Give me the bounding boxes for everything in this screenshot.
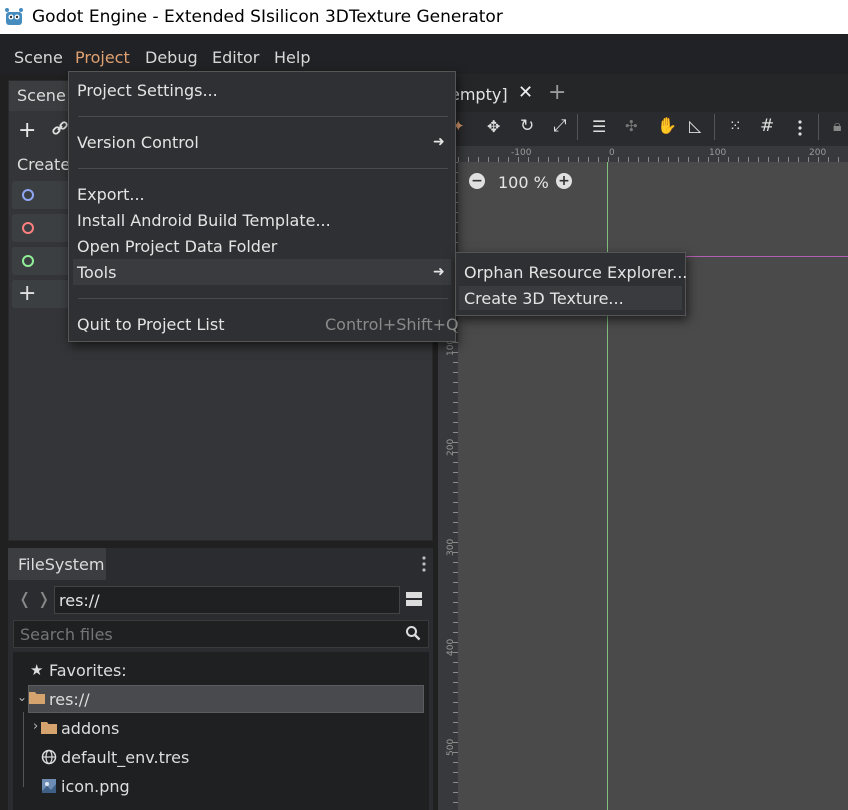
tree-item-default-env[interactable]: default_env.tres: [61, 748, 189, 767]
menu-separator: [78, 168, 448, 169]
move-tool-icon[interactable]: ✥: [487, 117, 500, 136]
menu-item-create-3d-texture[interactable]: Create 3D Texture...: [464, 289, 624, 308]
toolbar-separator: [818, 114, 819, 140]
menu-item-install-android-template[interactable]: Install Android Build Template...: [77, 211, 331, 230]
folder-icon: [29, 692, 45, 704]
more-options-icon[interactable]: [420, 555, 428, 573]
menu-item-tools-highlight[interactable]: [73, 259, 451, 285]
window-title: Godot Engine - Extended SIsilicon 3DText…: [32, 7, 503, 27]
node-2d-button[interactable]: [12, 181, 70, 209]
close-tab-icon[interactable]: ✕: [518, 82, 533, 103]
ruler-label: 300: [446, 538, 456, 556]
search-files-input[interactable]: [13, 620, 429, 648]
tree-root-label: res://: [49, 690, 90, 709]
ruler-label: 500: [446, 738, 456, 756]
ruler-label: 200: [446, 438, 456, 456]
tree-item-icon-png[interactable]: icon.png: [61, 777, 130, 796]
shortcut-label: Control+Shift+Q: [325, 315, 459, 334]
search-icon: [406, 626, 421, 641]
add-tab-icon[interactable]: +: [548, 80, 566, 105]
menu-separator: [78, 298, 448, 299]
menu-item-open-data-folder[interactable]: Open Project Data Folder: [77, 237, 277, 256]
link-icon[interactable]: [51, 119, 69, 137]
submenu-arrow-icon: ➜: [433, 134, 445, 150]
list-select-icon[interactable]: ☰: [592, 117, 606, 136]
menu-debug[interactable]: Debug: [145, 48, 198, 67]
add-node-icon[interactable]: +: [18, 120, 36, 142]
scene-tab-label: Scene: [17, 86, 66, 105]
zoom-reset-button[interactable]: 100 %: [498, 173, 549, 192]
project-menu-popup: [68, 71, 456, 342]
control-circle-icon: [22, 255, 34, 267]
tree-guide-line: [23, 712, 24, 787]
spatial-node-button[interactable]: [12, 214, 70, 242]
chevron-right-icon[interactable]: ›: [33, 719, 38, 734]
ruler-label: 200: [809, 148, 827, 158]
zoom-out-icon[interactable]: −: [469, 173, 485, 189]
menu-editor[interactable]: Editor: [212, 48, 259, 67]
favorites-label[interactable]: Favorites:: [49, 661, 127, 680]
scale-tool-icon[interactable]: ⤢: [553, 116, 567, 136]
menu-item-orphan-resource-explorer[interactable]: Orphan Resource Explorer...: [464, 263, 687, 282]
menu-item-quit-to-project-list[interactable]: Quit to Project List: [77, 315, 224, 334]
godot-logo-icon: [5, 8, 23, 25]
pivot-tool-icon[interactable]: ✣: [625, 117, 638, 135]
ruler-label: -100: [511, 148, 532, 158]
ruler-label: 0: [609, 148, 615, 158]
node-2d-circle-icon: [22, 189, 34, 201]
split-view-icon[interactable]: [405, 590, 423, 608]
environment-icon: [41, 749, 57, 765]
back-icon[interactable]: ❬: [18, 589, 31, 608]
menu-project[interactable]: Project: [75, 48, 130, 67]
path-input[interactable]: [54, 586, 400, 614]
other-node-button[interactable]: +: [12, 280, 70, 308]
menu-help[interactable]: Help: [274, 48, 310, 67]
smart-snap-icon[interactable]: ⁙: [729, 117, 742, 135]
spatial-circle-icon: [22, 222, 34, 234]
pan-tool-icon[interactable]: ✋: [657, 116, 677, 135]
menu-scene[interactable]: Scene: [14, 48, 63, 67]
filesystem-tab-label: FileSystem: [18, 555, 105, 574]
forward-icon[interactable]: ❭: [37, 589, 50, 608]
zoom-in-icon[interactable]: +: [556, 173, 572, 189]
menu-item-tools[interactable]: Tools: [77, 263, 116, 282]
menu-item-version-control[interactable]: Version Control: [77, 133, 199, 152]
ruler-label: 100: [709, 148, 727, 158]
snap-options-icon[interactable]: [796, 119, 804, 137]
folder-icon: [41, 722, 57, 734]
grid-snap-icon[interactable]: #: [760, 116, 774, 136]
ruler-tool-icon[interactable]: ◺: [689, 116, 701, 135]
lock-icon[interactable]: 🔒︎: [833, 116, 842, 136]
menu-item-export[interactable]: Export...: [77, 185, 145, 204]
ruler-label: 400: [446, 638, 456, 656]
star-icon: ★: [30, 661, 44, 679]
create-root-label: Create: [17, 155, 71, 174]
submenu-arrow-icon: ➜: [433, 264, 445, 280]
plus-icon: +: [18, 281, 37, 306]
tree-item-addons[interactable]: addons: [61, 719, 119, 738]
menu-separator: [78, 116, 448, 117]
menu-item-project-settings[interactable]: Project Settings...: [77, 81, 218, 100]
toolbar-separator: [714, 114, 715, 140]
rotate-tool-icon[interactable]: ↻: [520, 116, 534, 136]
scene-tab-title[interactable]: empty]: [450, 85, 508, 104]
chevron-down-icon[interactable]: ⌄: [17, 690, 27, 704]
image-icon: [42, 779, 56, 793]
toolbar-separator: [577, 114, 578, 140]
ui-node-button[interactable]: [12, 247, 70, 275]
